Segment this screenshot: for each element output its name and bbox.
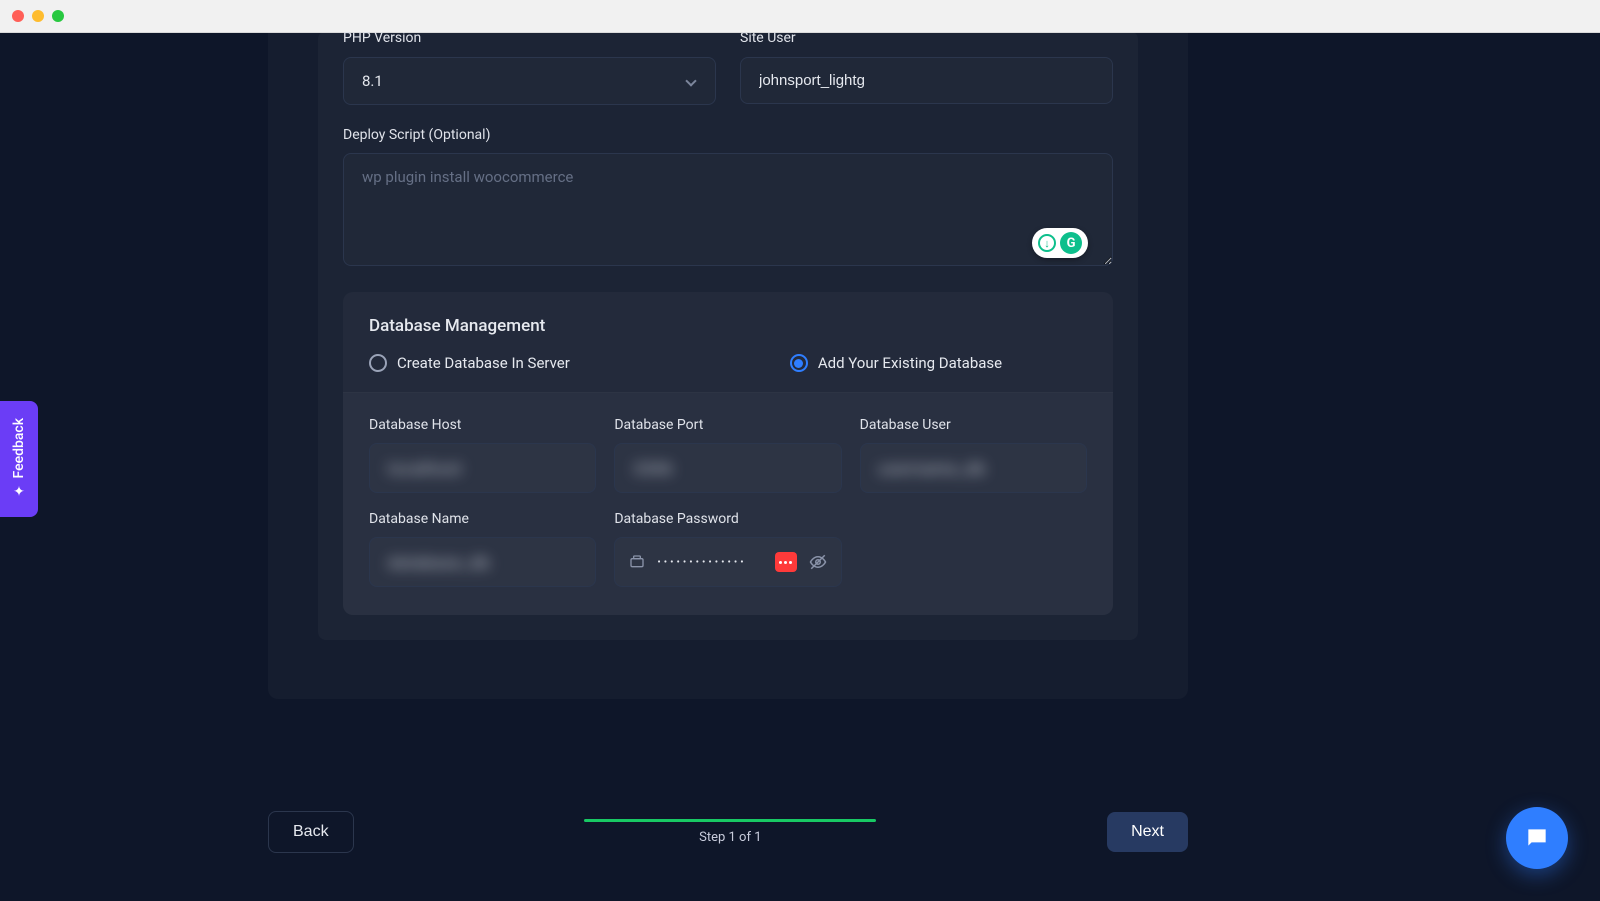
back-button[interactable]: Back [268, 811, 354, 853]
db-user-label: Database User [860, 417, 1087, 433]
grammarly-widget[interactable]: ↓ G [1032, 228, 1088, 258]
db-host-input[interactable]: localhost [369, 443, 596, 493]
grammarly-arrow-icon: ↓ [1038, 234, 1056, 252]
chat-fab[interactable] [1506, 807, 1568, 869]
deploy-script-label: Deploy Script (Optional) [343, 127, 1113, 143]
site-user-input[interactable] [740, 57, 1113, 104]
wizard-card: PHP Version 8.1 Site User Deploy Script … [268, 31, 1188, 699]
wizard-footer: Back Step 1 of 1 Next [268, 811, 1188, 853]
password-prefix-icon [629, 554, 645, 570]
php-version-select[interactable]: 8.1 [343, 57, 716, 105]
db-name-redacted: database_db [388, 553, 490, 572]
feedback-label: Feedback [11, 418, 27, 478]
password-manager-icon[interactable] [775, 552, 797, 572]
php-version-value: 8.1 [362, 72, 383, 90]
deploy-script-textarea[interactable] [343, 153, 1113, 266]
app-viewport: PHP Version 8.1 Site User Deploy Script … [0, 33, 1600, 901]
db-port-input[interactable]: 3306 [614, 443, 841, 493]
db-password-label: Database Password [614, 511, 841, 527]
grammarly-g-icon: G [1060, 232, 1082, 254]
step-label: Step 1 of 1 [699, 830, 761, 845]
db-user-input[interactable]: username_db [860, 443, 1087, 493]
db-password-value: •••••••••••••• [657, 557, 762, 568]
minimize-window-button[interactable] [32, 10, 44, 22]
db-name-label: Database Name [369, 511, 596, 527]
db-name-input[interactable]: database_db [369, 537, 596, 587]
db-password-input[interactable]: •••••••••••••• [614, 537, 841, 587]
radio-existing-database-label: Add Your Existing Database [818, 354, 1002, 372]
site-user-label: Site User [740, 30, 1113, 46]
chat-icon [1524, 825, 1550, 851]
php-version-label: PHP Version [343, 30, 716, 46]
progress-bar [584, 819, 876, 822]
step-progress: Step 1 of 1 [584, 819, 876, 845]
db-port-redacted: 3306 [633, 459, 673, 478]
toggle-password-visibility-icon[interactable] [809, 553, 827, 571]
close-window-button[interactable] [12, 10, 24, 22]
radio-create-database-label: Create Database In Server [397, 354, 570, 372]
db-user-redacted: username_db [879, 459, 986, 478]
radio-create-database[interactable]: Create Database In Server [369, 354, 570, 372]
chevron-down-icon [685, 75, 696, 86]
maximize-window-button[interactable] [52, 10, 64, 22]
db-host-label: Database Host [369, 417, 596, 433]
sparkle-icon: ✦ [13, 484, 25, 500]
radio-existing-database[interactable]: Add Your Existing Database [790, 354, 1002, 372]
db-port-label: Database Port [614, 417, 841, 433]
database-section-title: Database Management [369, 316, 1087, 336]
feedback-tab[interactable]: Feedback ✦ [0, 401, 38, 517]
db-host-redacted: localhost [388, 459, 462, 478]
next-button[interactable]: Next [1107, 812, 1188, 852]
database-section: Database Management Create Database In S… [343, 292, 1113, 615]
window-titlebar [0, 0, 1600, 33]
wizard-panel: PHP Version 8.1 Site User Deploy Script … [318, 31, 1138, 640]
